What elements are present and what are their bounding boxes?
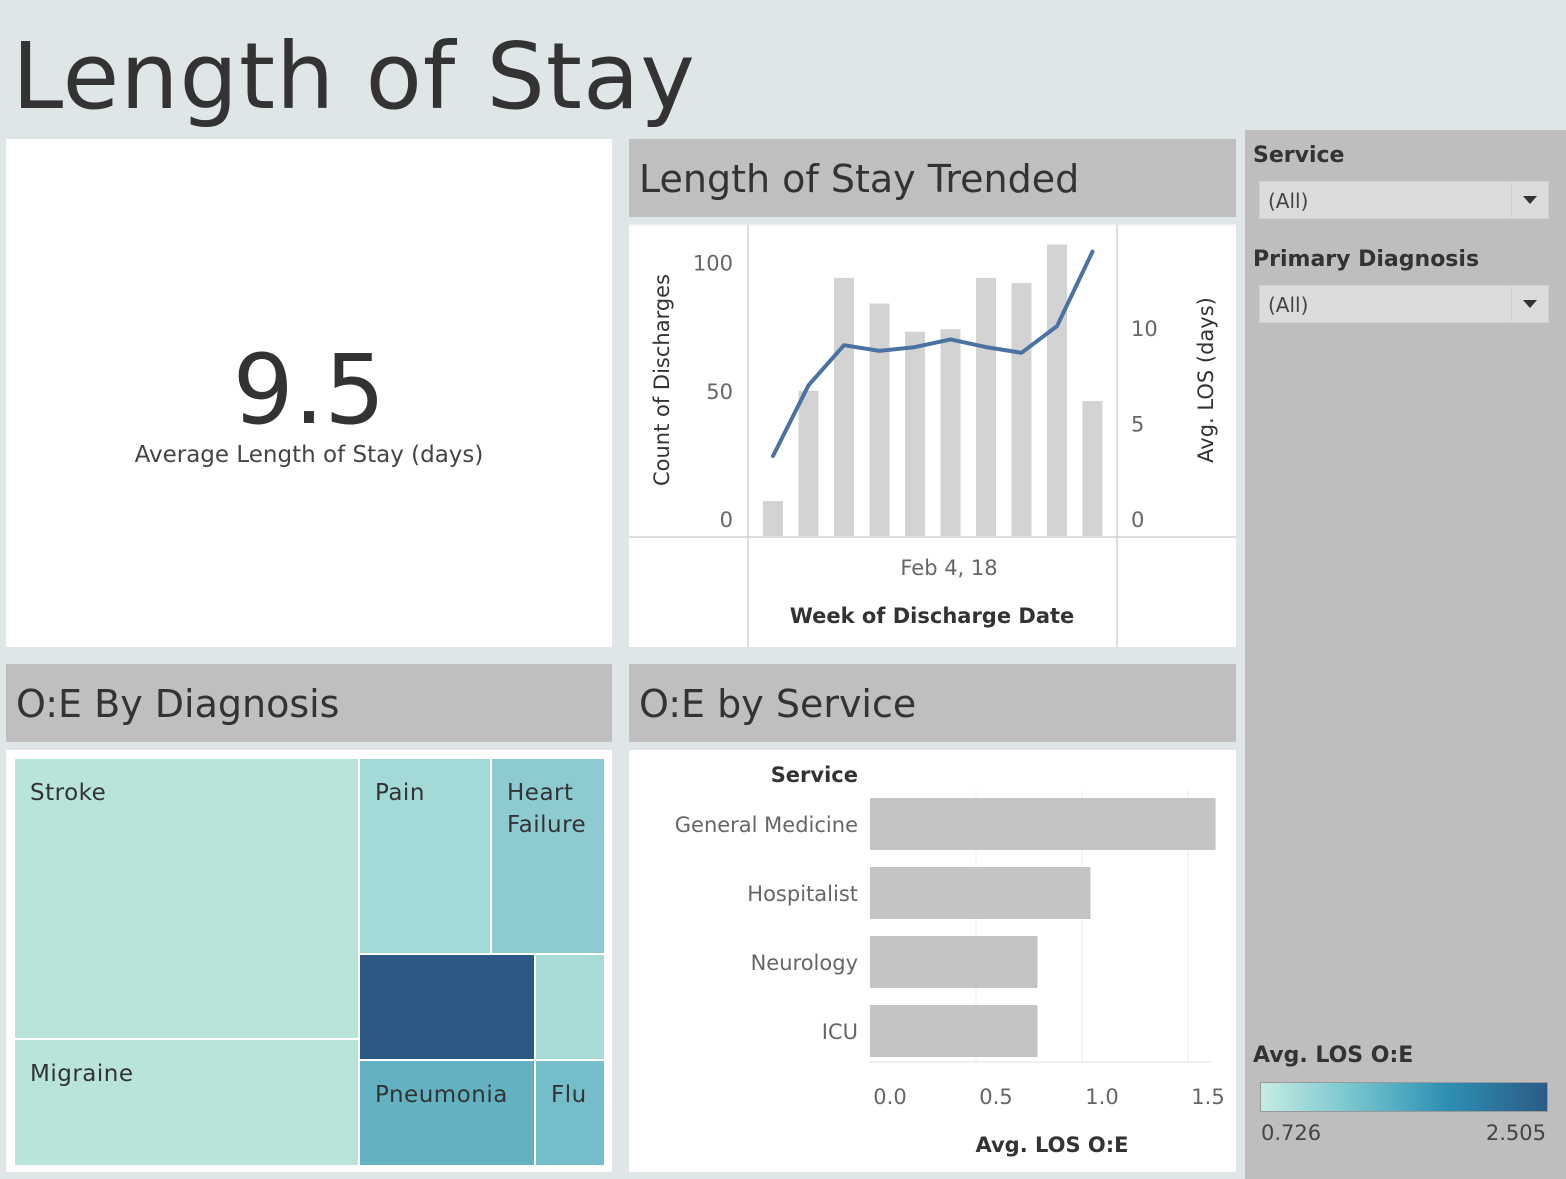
trend-y-right-tick: 0 — [1131, 508, 1144, 532]
trend-chart: 0 50 100 0 5 10 Count of Discharges Avg. LOS… — [629, 224, 1236, 647]
discharge-count-bar[interactable] — [905, 331, 925, 536]
treemap-label-pain: Pain — [375, 780, 425, 806]
service-chart: General MedicineHospitalistNeurologyICU … — [675, 763, 1225, 1157]
discharge-count-bar[interactable] — [763, 501, 783, 536]
discharge-count-bar[interactable] — [1082, 401, 1103, 536]
service-filter-label: Service — [1253, 143, 1345, 168]
trend-y-right-label: Avg. LOS (days) — [1194, 297, 1218, 463]
service-filter-value: (All) — [1268, 189, 1309, 213]
service-category-label: Hospitalist — [747, 882, 858, 906]
trend-y-left-tick: 0 — [720, 508, 733, 532]
dashboard-title: Length of Stay — [12, 23, 696, 130]
color-legend-min: 0.726 — [1261, 1121, 1322, 1145]
trend-y-right-tick: 5 — [1131, 412, 1144, 436]
kpi-label: Average Length of Stay (days) — [134, 442, 484, 468]
trend-x-axis-label: Week of Discharge Date — [790, 604, 1075, 628]
service-bar[interactable] — [870, 798, 1216, 850]
service-filter-dropdown[interactable]: (All) — [1259, 181, 1549, 219]
trend-chart-panel: 0 50 100 0 5 10 Count of Discharges Avg. LOS… — [629, 224, 1236, 647]
treemap-cell-unlabeled-light[interactable] — [535, 954, 605, 1060]
service-header: O:E by Service — [629, 664, 1236, 742]
service-x-tick: 1.5 — [1191, 1085, 1224, 1109]
color-legend-max: 2.505 — [1485, 1121, 1546, 1145]
kpi-panel: 9.5 Average Length of Stay (days) — [6, 139, 612, 647]
service-bar[interactable] — [870, 867, 1091, 919]
service-row-header: Service — [771, 763, 858, 787]
service-bar[interactable] — [870, 936, 1038, 988]
service-x-axis-label: Avg. LOS O:E — [975, 1133, 1128, 1157]
treemap-cell-pain[interactable]: Pain — [359, 758, 491, 954]
service-category-label: General Medicine — [675, 813, 858, 837]
service-x-tick: 0.0 — [873, 1085, 906, 1109]
diagnosis-treemap: Stroke Pain Heart Failure Migraine Pneum… — [6, 750, 612, 1172]
service-x-tick: 1.0 — [1085, 1085, 1118, 1109]
color-legend-title: Avg. LOS O:E — [1253, 1043, 1414, 1068]
treemap-cell-pneumonia[interactable]: Pneumonia — [359, 1060, 535, 1166]
treemap-cell-stroke[interactable]: Stroke — [14, 758, 359, 1039]
trend-y-left-label: Count of Discharges — [650, 274, 674, 486]
treemap-label-stroke: Stroke — [30, 780, 107, 806]
treemap-cell-heart-failure[interactable]: Heart Failure — [491, 758, 605, 954]
treemap-cell-flu[interactable]: Flu — [535, 1060, 605, 1166]
diagnosis-filter-label: Primary Diagnosis — [1253, 247, 1480, 272]
service-chart-panel: General Medicine Hospitalist Neurology ICU … — [629, 750, 1236, 1172]
color-legend-gradient — [1260, 1082, 1548, 1112]
service-x-tick: 0.5 — [979, 1085, 1012, 1109]
diagnosis-filter-dropdown[interactable]: (All) — [1259, 285, 1549, 323]
service-category-label: ICU — [822, 1020, 858, 1044]
kpi-value: 9.5 — [232, 334, 386, 446]
discharge-count-bar[interactable] — [869, 303, 890, 536]
discharge-count-bar[interactable] — [1011, 283, 1032, 536]
discharge-count-bar[interactable] — [834, 277, 854, 536]
treemap-label-heart-failure: Heart Failure — [507, 780, 587, 838]
trend-header: Length of Stay Trended — [629, 139, 1236, 217]
discharge-count-bar[interactable] — [798, 390, 819, 536]
diagnosis-header: O:E By Diagnosis — [6, 664, 612, 742]
trend-y-left-tick: 100 — [693, 252, 733, 276]
treemap-cell-migraine[interactable]: Migraine — [14, 1039, 359, 1166]
treemap-label-flu: Flu — [551, 1082, 587, 1108]
avg-los-line — [771, 249, 1095, 458]
service-bar[interactable] — [870, 1005, 1038, 1057]
trend-x-tick-label: Feb 4, 18 — [900, 556, 997, 580]
discharge-count-bar[interactable] — [940, 329, 961, 536]
service-category-label: Neurology — [751, 951, 858, 975]
discharge-count-bar[interactable] — [1047, 244, 1067, 536]
diagnosis-filter-value: (All) — [1268, 293, 1309, 317]
treemap-label-migraine: Migraine — [30, 1061, 134, 1087]
discharge-count-bar[interactable] — [976, 277, 996, 536]
chevron-down-icon[interactable] — [1511, 182, 1548, 218]
chevron-down-icon[interactable] — [1511, 286, 1548, 322]
trend-y-left-tick: 50 — [706, 380, 733, 404]
trend-y-right-tick: 10 — [1131, 317, 1158, 341]
treemap-label-pneumonia: Pneumonia — [375, 1082, 508, 1108]
filter-panel: Service (All) Primary Diagnosis (All) Av… — [1245, 130, 1566, 1179]
treemap-cell-unlabeled-dark[interactable] — [359, 954, 535, 1060]
